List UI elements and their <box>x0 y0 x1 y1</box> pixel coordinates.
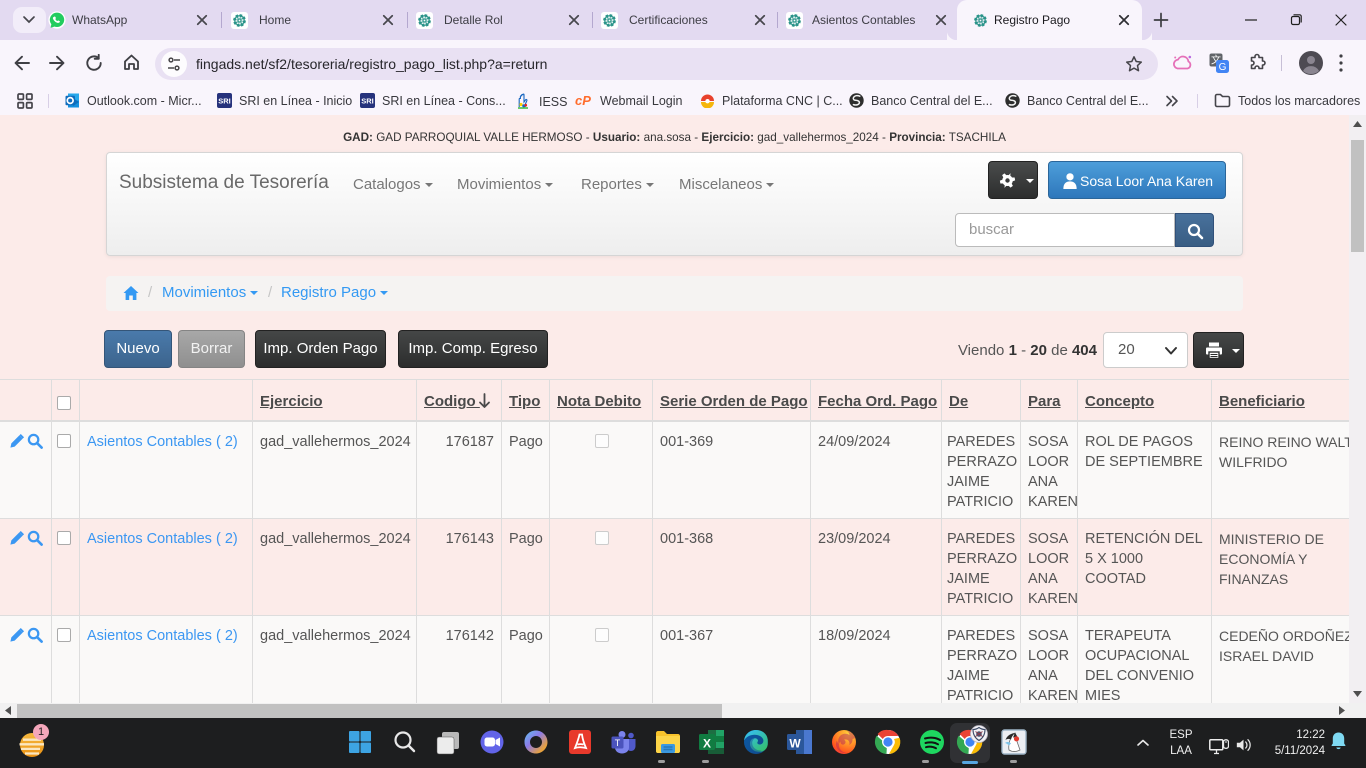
svg-text:W: W <box>789 737 801 751</box>
svg-text:G: G <box>1219 62 1227 73</box>
svg-text:X: X <box>703 737 711 751</box>
svg-text:SRI: SRI <box>361 97 374 106</box>
svg-text:cP: cP <box>575 93 591 108</box>
svg-text:SRI: SRI <box>218 97 231 106</box>
svg-text:T: T <box>615 738 621 748</box>
